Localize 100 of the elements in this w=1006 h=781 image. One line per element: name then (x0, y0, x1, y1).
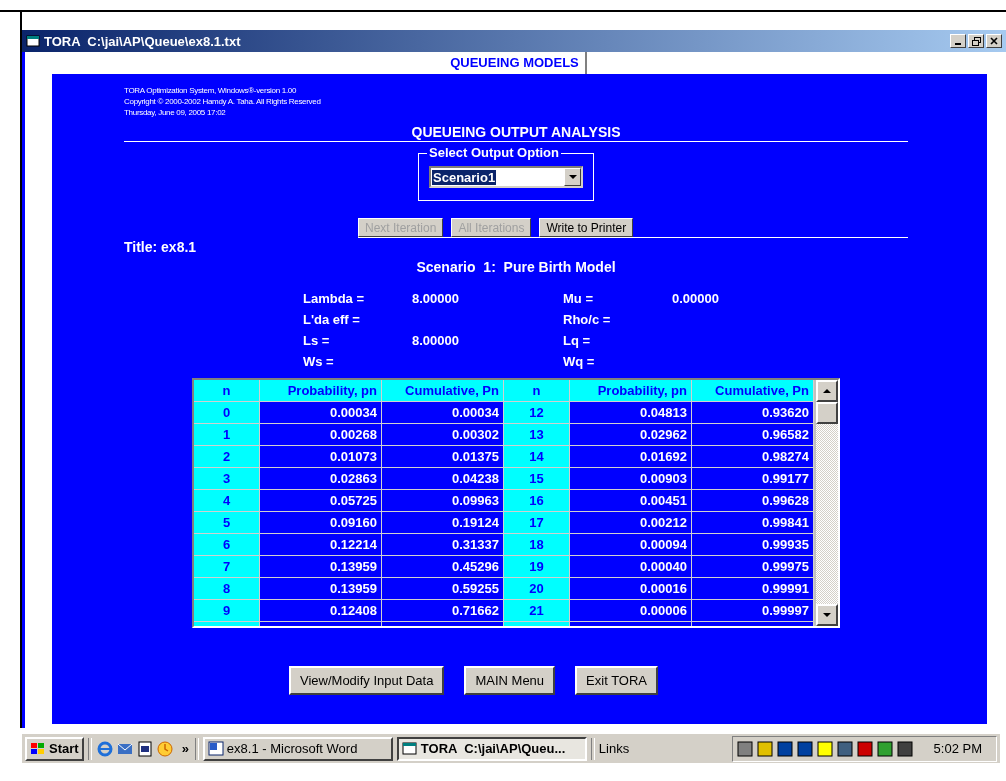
scroll-up-icon[interactable] (816, 380, 838, 402)
scroll-down-icon[interactable] (816, 604, 838, 626)
column-header: n (194, 380, 260, 402)
table-cell: 0.00016 (570, 578, 692, 600)
table-cell: 0.99991 (692, 578, 814, 600)
action-button[interactable]: Write to Printer (539, 218, 634, 237)
table-cell: 0.12408 (260, 600, 382, 622)
table-cell: 5 (194, 512, 260, 534)
table-cell: 0.99628 (692, 490, 814, 512)
table-cell: 13 (504, 424, 570, 446)
table-cell: 3 (194, 468, 260, 490)
column-header: n (504, 380, 570, 402)
table-cell: 0.00302 (382, 424, 504, 446)
table-cell: 0.96582 (692, 424, 814, 446)
table-cell: 4 (194, 490, 260, 512)
table-cell: 0.04238 (382, 468, 504, 490)
metric-label: L'da eff = (303, 312, 361, 327)
scenario-heading: Scenario 1: Pure Birth Model (415, 259, 617, 275)
table-cell: 0.00212 (570, 512, 692, 534)
metric-value: 8.00000 (412, 291, 460, 306)
table-cell: 0.13959 (260, 578, 382, 600)
table-cell: 0.00006 (570, 600, 692, 622)
column-header: Cumulative, Pn (692, 380, 814, 402)
metric-label: Ws = (303, 354, 335, 369)
table-cell: 0.59255 (382, 578, 504, 600)
tray-icon[interactable] (895, 739, 914, 758)
table-cell: 0 (194, 402, 260, 424)
table-cell: 0.99975 (692, 556, 814, 578)
metric-label: Lambda = (303, 291, 366, 306)
table-cell: 0.00034 (382, 402, 504, 424)
metric-label: Lq = (563, 333, 592, 348)
window-icon[interactable] (401, 741, 418, 756)
links-label[interactable]: Links (598, 741, 630, 756)
table-cell: 7 (194, 556, 260, 578)
windows-logo-icon[interactable] (30, 741, 46, 756)
document-icon[interactable] (207, 741, 224, 756)
table-cell: 0.01073 (260, 446, 382, 468)
table-cell: 0.45296 (382, 556, 504, 578)
tray-icon[interactable] (835, 739, 854, 758)
table-cell: 0.00903 (570, 468, 692, 490)
metric-label: Wq = (563, 354, 596, 369)
restore-icon (971, 36, 981, 46)
table-cell: 0.12214 (260, 534, 382, 556)
section-heading: QUEUEING OUTPUT ANALYSIS (124, 124, 908, 142)
taskbar-button[interactable]: ex8.1 - Microsoft Word (202, 736, 393, 761)
table-cell: 12 (504, 402, 570, 424)
app-icon (26, 35, 40, 47)
table-cell: 0.00268 (260, 424, 382, 446)
table-cell: 9 (194, 600, 260, 622)
table-cell: 0.04813 (570, 402, 692, 424)
table-cell: 0.19124 (382, 512, 504, 534)
table-cell: 14 (504, 446, 570, 468)
metric-label: Rho/c = (563, 312, 612, 327)
close-button[interactable] (986, 34, 1002, 48)
table-cell: 0.99935 (692, 534, 814, 556)
table-cell: 0.02962 (570, 424, 692, 446)
table-cell: 0.09160 (260, 512, 382, 534)
table-cell: 8 (194, 578, 260, 600)
table-cell: 19 (504, 556, 570, 578)
table-cell: 0.99177 (692, 468, 814, 490)
window-title: TORA C:\jai\AP\Queue\ex8.1.txt (44, 33, 242, 49)
tray-icon[interactable] (815, 739, 834, 758)
metric-label: Mu = (563, 291, 594, 306)
table-cell: 0.99997 (692, 600, 814, 622)
taskbar-button[interactable]: TORA C:\jai\AP\Queu... (396, 736, 587, 761)
column-header: Cumulative, Pn (382, 380, 504, 402)
group-label: Select Output Option (427, 145, 561, 160)
nav-button[interactable]: Exit TORA (575, 666, 659, 695)
table-cell: 18 (504, 534, 570, 556)
metric-value: 8.00000 (412, 333, 460, 348)
nav-button[interactable]: View/Modify Input Data (289, 666, 445, 695)
column-header: Probability, pn (570, 380, 692, 402)
dropdown-value: Scenario1 (432, 169, 497, 185)
table-cell: 0.02863 (260, 468, 382, 490)
tray-icon[interactable] (855, 739, 874, 758)
minimize-button[interactable] (950, 34, 966, 48)
table-cell: 0.71662 (382, 600, 504, 622)
nav-button[interactable]: MAIN Menu (464, 666, 556, 695)
table-cell: 15 (504, 468, 570, 490)
vertical-scrollbar[interactable] (816, 380, 838, 626)
table-cell: 0.05725 (260, 490, 382, 512)
start-button[interactable]: Start (25, 736, 84, 761)
metric-value: 0.00000 (672, 291, 720, 306)
table-cell: 0.98274 (692, 446, 814, 468)
tray-icon[interactable] (875, 739, 894, 758)
chevron-button[interactable]: » (179, 736, 191, 761)
column-header: Probability, pn (260, 380, 382, 402)
clock-time: 5:02 PM (933, 741, 982, 756)
info-line: Copyright © 2000-2002 Hamdy A. Taha. All Rights Reserved (124, 96, 322, 107)
problem-title: Title: ex8.1 (124, 239, 198, 255)
restore-button[interactable] (968, 34, 984, 48)
minimize-icon (955, 43, 961, 45)
output-option-dropdown[interactable]: Scenario1 (429, 166, 583, 188)
metric-label: Ls = (303, 333, 331, 348)
table-cell: 0.31337 (382, 534, 504, 556)
info-line: TORA Optimization System, Windows®-version 1.00 (124, 85, 298, 96)
scroll-thumb[interactable] (816, 402, 838, 424)
table-cell: 0.00451 (570, 490, 692, 512)
table-cell: 16 (504, 490, 570, 512)
table-cell: 1 (194, 424, 260, 446)
